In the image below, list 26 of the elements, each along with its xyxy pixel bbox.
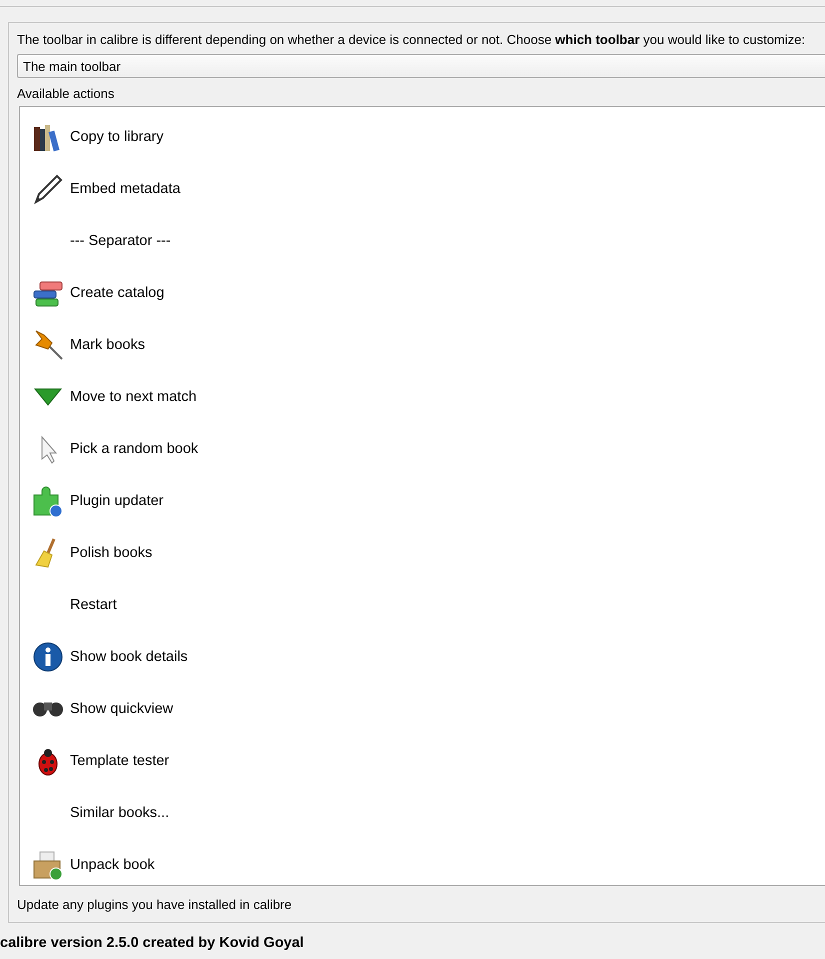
- version-text: calibre version 2.5.0 created by Kovid Goyal: [0, 935, 305, 951]
- available-actions-label: Available actions: [17, 86, 116, 102]
- action-item[interactable]: Embed metadata: [70, 181, 180, 197]
- action-item[interactable]: Pick a random book: [70, 441, 198, 457]
- hint-text: Update any plugins you have installed in calibre: [17, 897, 293, 912]
- action-item[interactable]: Mark books: [70, 337, 145, 353]
- action-item[interactable]: Unpack book: [70, 857, 155, 873]
- box-icon: [32, 849, 64, 881]
- action-item[interactable]: Similar books...: [70, 805, 170, 821]
- puzzle-icon: [32, 485, 64, 517]
- action-item[interactable]: --- Separator ---: [70, 233, 171, 249]
- action-item[interactable]: Create catalog: [70, 285, 164, 301]
- pushpin-icon: [32, 329, 64, 361]
- action-item[interactable]: Polish books: [70, 545, 152, 561]
- action-item[interactable]: Restart: [70, 597, 117, 613]
- action-item[interactable]: Plugin updater: [70, 493, 164, 509]
- action-item[interactable]: Copy to library: [70, 129, 164, 145]
- pencil-icon: [32, 173, 64, 205]
- action-item[interactable]: Template tester: [70, 753, 170, 769]
- toolbar-select[interactable]: The main toolbar: [17, 54, 825, 78]
- intro-text: The toolbar in calibre is different depending on whether a device is connected or not. Choose which toolbar you would like to customize:: [17, 31, 806, 49]
- action-item[interactable]: Show book details: [70, 649, 188, 665]
- action-item[interactable]: Move to next match: [70, 389, 197, 405]
- binoculars-icon: [32, 701, 64, 717]
- action-item[interactable]: Show quickview: [70, 701, 174, 717]
- info-icon: [32, 641, 64, 673]
